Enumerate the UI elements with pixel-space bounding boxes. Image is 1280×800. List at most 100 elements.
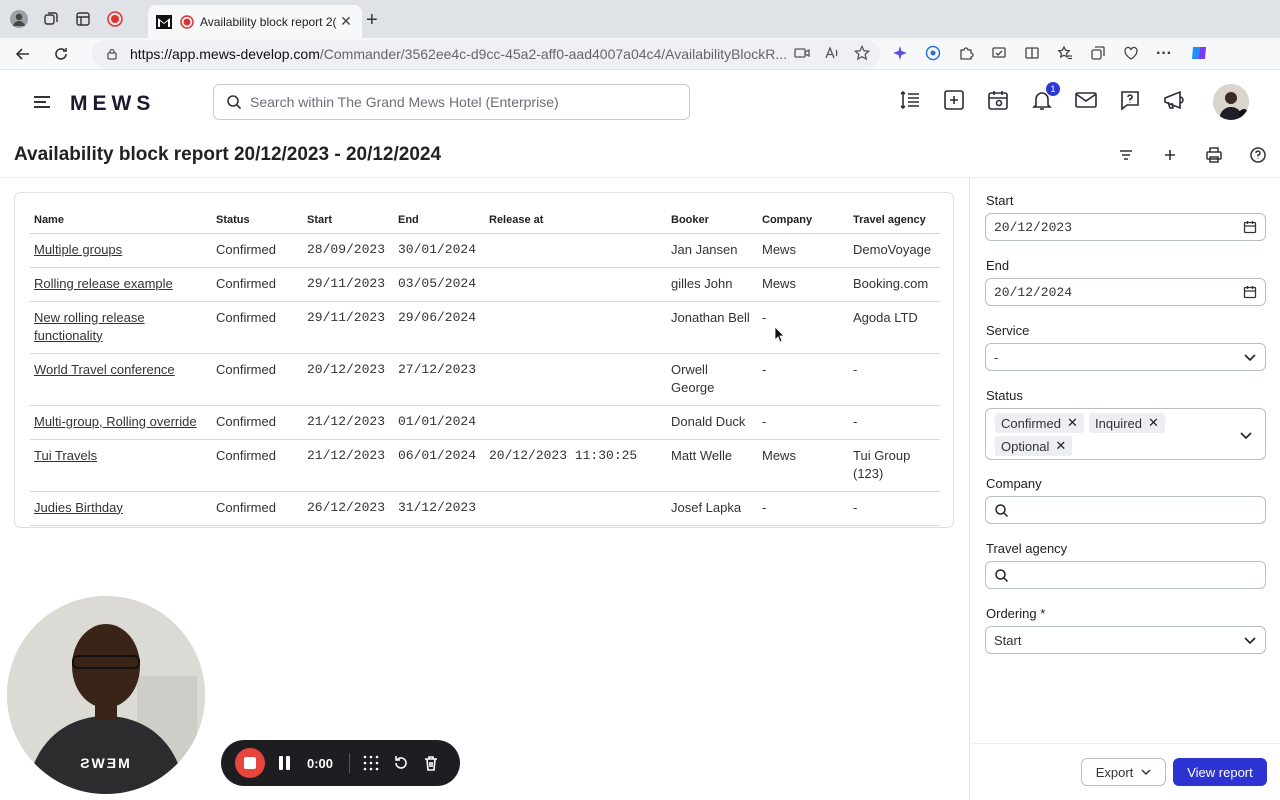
favorites-icon[interactable] bbox=[1057, 45, 1073, 64]
status-cell: Confirmed bbox=[212, 405, 303, 440]
status-multiselect[interactable]: Confirmed ✕ Inquired ✕ Optional ✕ bbox=[985, 408, 1266, 460]
availability-block-table: Name Status Start End Release at Booker … bbox=[30, 207, 940, 526]
more-options-icon[interactable]: ··· bbox=[1156, 45, 1172, 63]
column-header-release-at[interactable]: Release at bbox=[485, 207, 667, 234]
new-tab-button[interactable]: + bbox=[366, 9, 378, 32]
block-name-link[interactable]: New rolling release functionality bbox=[34, 310, 145, 343]
add-square-icon[interactable] bbox=[942, 88, 966, 112]
start-date-field[interactable]: 20/12/2023 bbox=[985, 213, 1266, 241]
column-header-travel-agency[interactable]: Travel agency bbox=[849, 207, 940, 234]
travel-agency-search-field[interactable] bbox=[985, 561, 1266, 589]
tab-actions-icon[interactable] bbox=[70, 6, 96, 32]
block-name-link[interactable]: Rolling release example bbox=[34, 276, 173, 291]
sort-lines-icon[interactable] bbox=[898, 88, 922, 112]
release-cell bbox=[485, 353, 667, 406]
export-button[interactable]: Export bbox=[1081, 758, 1166, 786]
calendar-icon[interactable] bbox=[1243, 285, 1257, 299]
start-cell: 21/12/2023 bbox=[303, 405, 394, 440]
mews-logo[interactable]: MEWS bbox=[70, 92, 155, 116]
end-cell: 27/12/2023 bbox=[394, 353, 485, 406]
company-cell: - bbox=[758, 405, 849, 440]
block-name-link[interactable]: Judies Birthday bbox=[34, 500, 123, 515]
search-input[interactable] bbox=[250, 94, 670, 110]
start-cell: 20/12/2023 bbox=[303, 353, 394, 406]
table-row: Tui Travels Confirmed 21/12/2023 06/01/2… bbox=[30, 439, 940, 492]
chip-label: Inquired bbox=[1095, 415, 1142, 431]
ordering-select[interactable]: Start bbox=[985, 626, 1266, 654]
status-cell: Confirmed bbox=[212, 491, 303, 526]
booker-cell: Donald Duck bbox=[667, 405, 758, 440]
profile-avatar-icon[interactable] bbox=[6, 6, 32, 32]
status-cell: Confirmed bbox=[212, 233, 303, 268]
company-cell: - bbox=[758, 353, 849, 406]
status-chip-inquired: Inquired ✕ bbox=[1089, 413, 1165, 433]
booker-cell: Matt Welle bbox=[667, 439, 758, 492]
reload-button[interactable] bbox=[46, 40, 76, 68]
back-button[interactable] bbox=[8, 40, 38, 68]
extension-copilot-icon[interactable] bbox=[925, 45, 941, 64]
add-icon[interactable] bbox=[1161, 146, 1179, 164]
pause-recording-button[interactable] bbox=[279, 756, 293, 770]
company-search-field[interactable] bbox=[985, 496, 1266, 524]
table-row: Rolling release example Confirmed 29/11/… bbox=[30, 267, 940, 302]
help-chat-icon[interactable] bbox=[1118, 88, 1142, 112]
recording-tab-icon[interactable] bbox=[102, 6, 128, 32]
block-name-link[interactable]: Multi-group, Rolling override bbox=[34, 414, 197, 429]
webcam-overlay[interactable]: ƧWƎM bbox=[7, 596, 205, 794]
column-header-end[interactable]: End bbox=[394, 207, 485, 234]
stop-recording-button[interactable] bbox=[235, 748, 265, 778]
search-box[interactable] bbox=[213, 84, 690, 120]
calendar-icon[interactable] bbox=[986, 88, 1010, 112]
end-label: End bbox=[986, 258, 1010, 273]
calendar-icon[interactable] bbox=[1243, 220, 1257, 234]
filter-icon[interactable] bbox=[1117, 146, 1135, 164]
split-screen-icon[interactable] bbox=[1024, 45, 1040, 64]
grid-dots-icon[interactable] bbox=[362, 754, 380, 772]
block-name-link[interactable]: Tui Travels bbox=[34, 448, 97, 463]
tab-availability-report[interactable]: Availability block report 2( ✕ bbox=[148, 5, 362, 38]
mail-icon[interactable] bbox=[1074, 88, 1098, 112]
end-date-value: 20/12/2024 bbox=[994, 284, 1073, 300]
camera-icon[interactable] bbox=[794, 45, 810, 64]
view-report-button[interactable]: View report bbox=[1173, 758, 1267, 786]
collections-icon[interactable] bbox=[1090, 45, 1106, 64]
service-select[interactable]: - bbox=[985, 343, 1266, 371]
chevron-down-icon bbox=[1244, 354, 1256, 362]
help-icon[interactable] bbox=[1249, 146, 1267, 164]
block-name-link[interactable]: Multiple groups bbox=[34, 242, 122, 257]
column-header-status[interactable]: Status bbox=[212, 207, 303, 234]
tab-close-icon[interactable]: ✕ bbox=[338, 13, 354, 30]
remove-chip-icon[interactable]: ✕ bbox=[1055, 438, 1066, 454]
restart-icon[interactable] bbox=[392, 754, 410, 772]
browser-toolbar: https://app.mews-develop.com /Commander/… bbox=[0, 38, 1280, 70]
agency-cell: DemoVoyage bbox=[849, 233, 940, 268]
chevron-down-icon[interactable] bbox=[1239, 428, 1253, 442]
menu-icon[interactable] bbox=[34, 96, 50, 108]
user-avatar[interactable] bbox=[1213, 84, 1249, 120]
extensions-puzzle-icon[interactable] bbox=[958, 45, 974, 64]
column-header-company[interactable]: Company bbox=[758, 207, 849, 234]
cast-icon[interactable] bbox=[991, 45, 1007, 64]
block-name-link[interactable]: World Travel conference bbox=[34, 362, 175, 377]
url-path: /Commander/3562ee4c-d9cc-45a2-aff0-aad40… bbox=[319, 46, 788, 62]
column-header-booker[interactable]: Booker bbox=[667, 207, 758, 234]
print-icon[interactable] bbox=[1205, 146, 1223, 164]
read-aloud-icon[interactable] bbox=[824, 45, 840, 64]
filter-panel: Start 20/12/2023 End 20/12/2024 Service … bbox=[969, 178, 1280, 800]
company-cell: - bbox=[758, 491, 849, 526]
shirt-logo-text: ƧWƎM bbox=[80, 755, 132, 771]
extension-purple-icon[interactable] bbox=[892, 45, 908, 64]
column-header-name[interactable]: Name bbox=[30, 207, 212, 234]
favorite-star-icon[interactable] bbox=[853, 44, 871, 64]
column-header-start[interactable]: Start bbox=[303, 207, 394, 234]
notifications-bell-icon[interactable]: 1 bbox=[1030, 82, 1060, 112]
remove-chip-icon[interactable]: ✕ bbox=[1067, 415, 1078, 431]
end-date-field[interactable]: 20/12/2024 bbox=[985, 278, 1266, 306]
remove-chip-icon[interactable]: ✕ bbox=[1148, 415, 1159, 431]
browser-essentials-icon[interactable] bbox=[1123, 45, 1139, 64]
announcements-icon[interactable] bbox=[1162, 88, 1186, 112]
workspaces-icon[interactable] bbox=[38, 6, 64, 32]
delete-trash-icon[interactable] bbox=[422, 754, 440, 772]
copilot-icon[interactable] bbox=[1189, 43, 1209, 66]
address-bar[interactable]: https://app.mews-develop.com /Commander/… bbox=[92, 40, 880, 68]
